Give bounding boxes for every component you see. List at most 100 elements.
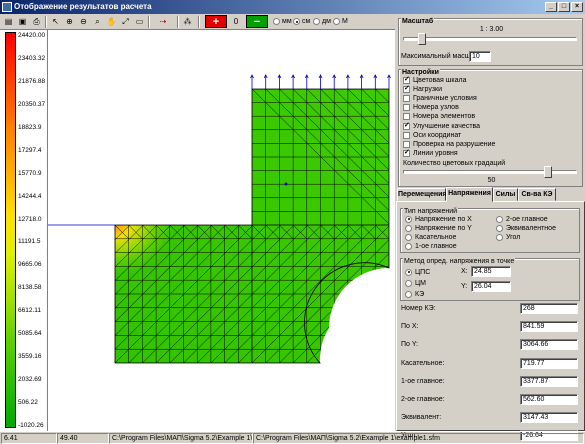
x-coordinate-input[interactable]: 24.85: [471, 266, 511, 277]
result-label: Номер КЭ:: [401, 305, 436, 312]
stress-type-radio[interactable]: Напряжение по Y: [405, 224, 472, 232]
setting-checkbox[interactable]: Номера элементов: [403, 113, 475, 121]
zoom-out-icon[interactable]: ⊖: [77, 15, 90, 28]
image-icon[interactable]: ▭: [133, 15, 146, 28]
pan-icon[interactable]: ✋: [105, 15, 118, 28]
setting-checkbox[interactable]: Номера узлов: [403, 104, 459, 112]
pointer-icon[interactable]: ↖: [49, 15, 62, 28]
zoom-window-icon[interactable]: ⌕: [91, 15, 104, 28]
window-title: Отображение результатов расчета: [14, 2, 152, 11]
result-value: 3377.87: [520, 375, 578, 387]
setting-label: Номера узлов: [413, 104, 459, 112]
checkbox-icon[interactable]: [403, 104, 410, 112]
unit-m-radio[interactable]: М: [333, 17, 348, 26]
color-scale-label: 24420.00: [18, 32, 46, 39]
setting-checkbox[interactable]: Проверка на разрушение: [403, 140, 495, 148]
decrease-button[interactable]: −: [246, 15, 268, 28]
tab-strip: Перемещения Напряжения Силы Св-ва КЭ: [396, 187, 585, 202]
checkbox-icon[interactable]: [403, 140, 410, 148]
status-file1: C:\Program Files\МАП\Sigma 5.2\Example 1…: [109, 433, 253, 444]
result-value: 562.60: [520, 394, 578, 405]
tab-displacements[interactable]: Перемещения: [397, 188, 447, 201]
setting-checkbox[interactable]: Граничные условия: [403, 94, 477, 102]
method-radio[interactable]: КЭ: [405, 290, 424, 298]
save-icon[interactable]: ▣: [16, 15, 29, 28]
setting-label: Улучшение качества: [413, 122, 481, 130]
checkbox-icon[interactable]: [403, 113, 410, 121]
color-scale-bar: [5, 32, 16, 428]
checkbox-icon[interactable]: [403, 131, 410, 139]
setting-checkbox[interactable]: Линии уровня: [403, 148, 458, 158]
status-y: 49.40: [57, 433, 109, 444]
stress-type-radio[interactable]: Касательное: [405, 233, 456, 241]
fem-mesh[interactable]: [48, 30, 395, 431]
title-bar: Отображение результатов расчета _ □ ×: [0, 0, 585, 14]
max-scale-input[interactable]: 10: [469, 51, 491, 62]
checkbox-icon[interactable]: [403, 75, 410, 84]
tab-forces[interactable]: Силы: [493, 188, 518, 201]
checkbox-icon[interactable]: [403, 84, 410, 93]
method-radio[interactable]: ЦМ: [405, 279, 426, 287]
zoom-in-icon[interactable]: ⊕: [63, 15, 76, 28]
nodes-icon[interactable]: ⁂: [181, 15, 194, 28]
color-scale-label: 12718.0: [18, 215, 42, 223]
method-group: Метод опред. напряжения в точке ЦПС ЦМ КЭ …: [400, 258, 580, 301]
unit-dm-radio[interactable]: дм: [313, 17, 331, 26]
main-window: Отображение результатов расчета _ □ × ▤ …: [0, 0, 585, 444]
color-scale-label: 23403.32: [18, 54, 46, 62]
result-value: 3064.66: [520, 339, 578, 351]
tab-element-props[interactable]: Св-ва КЭ: [518, 188, 556, 201]
method-radio[interactable]: ЦПС: [405, 268, 430, 276]
setting-checkbox[interactable]: Оси координат: [403, 131, 461, 139]
gradations-value: 50: [487, 177, 496, 184]
stress-type-radio[interactable]: Угол: [496, 233, 520, 241]
scale-group: Масштаб 1 : 3.00 Максимальный масштаб 10: [398, 18, 583, 66]
maximize-button[interactable]: □: [558, 2, 570, 12]
stress-type-radio[interactable]: Эквивалентное: [496, 224, 556, 232]
setting-label: Линии уровня: [413, 150, 458, 158]
color-scale-label: -1020.26: [18, 422, 44, 429]
result-label: Касательное:: [401, 359, 445, 367]
result-value: 3147.43: [520, 412, 578, 424]
print-icon[interactable]: ⎙: [30, 15, 43, 28]
open-icon[interactable]: ▤: [2, 15, 15, 28]
minimize-button[interactable]: _: [545, 2, 557, 12]
tab-stresses[interactable]: Напряжения: [446, 187, 493, 202]
deform-icon[interactable]: ⇢: [152, 15, 174, 28]
setting-checkbox[interactable]: Цветовая шкала: [403, 75, 466, 84]
color-scale-label: 20350.37: [18, 100, 46, 108]
checkbox-icon[interactable]: [403, 121, 410, 130]
color-scale-label: 11191.5: [18, 238, 41, 246]
scale-slider-thumb[interactable]: [418, 33, 426, 45]
status-file2: C:\Program Files\МАП\Sigma 5.2\Example 1…: [253, 433, 584, 444]
checkbox-icon[interactable]: [403, 94, 410, 102]
app-icon: [2, 2, 12, 12]
color-scale-label: 3559.16: [18, 353, 42, 361]
result-label: По Y:: [401, 341, 419, 349]
close-button[interactable]: ×: [571, 2, 583, 12]
status-x: 6.41: [1, 433, 57, 444]
toolbar: ▤ ▣ ⎙ ↖ ⊕ ⊖ ⌕ ✋ ⤢ ▭ ⇢ ⁂ + 0 − мм см дм М: [0, 14, 395, 30]
stress-type-radio[interactable]: 2-ое главное: [496, 215, 548, 223]
gradations-slider[interactable]: [403, 166, 577, 178]
scale-slider[interactable]: [403, 33, 577, 45]
setting-checkbox[interactable]: Улучшение качества: [403, 121, 481, 130]
fit-icon[interactable]: ⤢: [119, 15, 132, 28]
unit-cm-radio[interactable]: см: [293, 17, 310, 26]
checkbox-icon[interactable]: [403, 148, 410, 158]
unit-mm-radio[interactable]: мм: [273, 17, 292, 26]
result-label: По X:: [401, 323, 419, 331]
stress-type-group: Тип напряжений Напряжение по X Напряжение…: [400, 208, 580, 253]
result-label: Эквивалент:: [401, 414, 442, 422]
setting-checkbox[interactable]: Нагрузки: [403, 84, 442, 93]
color-scale-label: 2032.69: [18, 376, 42, 384]
increase-button[interactable]: +: [205, 15, 227, 28]
color-scale-label: 5085.64: [18, 330, 42, 338]
stress-type-radio[interactable]: 1-ое главное: [405, 242, 457, 250]
setting-label: Номера элементов: [413, 113, 476, 121]
y-coordinate-input[interactable]: 26.04: [471, 281, 511, 292]
stress-type-radio[interactable]: Напряжение по X: [405, 215, 472, 223]
scale-ratio: 1 : 3.00: [479, 26, 504, 33]
color-scale-label: 18823.9: [18, 123, 42, 131]
drawing-canvas[interactable]: [48, 30, 395, 431]
